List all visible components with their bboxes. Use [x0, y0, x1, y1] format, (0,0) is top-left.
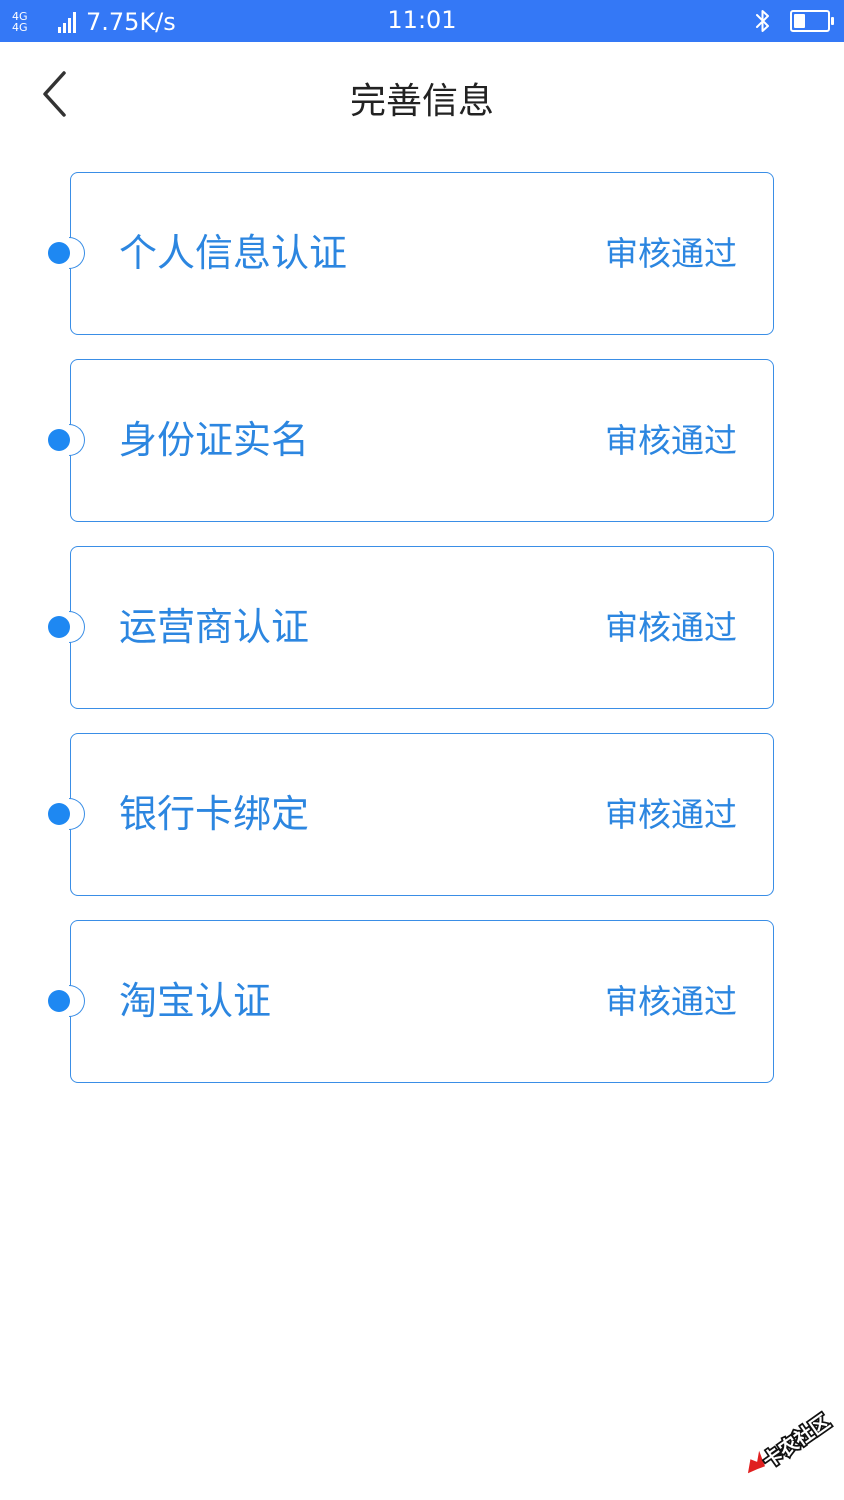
item-personal-info[interactable]: 个人信息认证 审核通过 — [48, 172, 774, 335]
timeline-dot-icon — [48, 429, 70, 451]
timeline-dot-icon — [48, 803, 70, 825]
status-right — [754, 9, 834, 33]
card-notch — [69, 237, 85, 269]
bluetooth-icon — [754, 9, 772, 33]
item-bank-card[interactable]: 银行卡绑定 审核通过 — [48, 733, 774, 896]
item-label: 银行卡绑定 — [119, 792, 310, 836]
card-notch — [69, 798, 85, 830]
status-bar: 4G 4G 7.75K/s 11:01 — [0, 0, 844, 42]
battery-icon — [790, 10, 834, 32]
nav-bar: 完善信息 — [0, 42, 844, 146]
item-status: 审核通过 — [605, 608, 737, 647]
status-time: 11:01 — [387, 6, 457, 34]
battery-level — [794, 14, 806, 28]
timeline-dot-icon — [48, 616, 70, 638]
item-label: 个人信息认证 — [119, 231, 348, 275]
item-status: 审核通过 — [605, 982, 737, 1021]
timeline-dot-icon — [48, 990, 70, 1012]
item-label: 淘宝认证 — [119, 979, 272, 1023]
item-status: 审核通过 — [605, 421, 737, 460]
item-carrier[interactable]: 运营商认证 审核通过 — [48, 546, 774, 709]
item-label: 身份证实名 — [119, 418, 310, 462]
watermark-text: 卡农社区 — [759, 1410, 834, 1472]
item-taobao[interactable]: 淘宝认证 审核通过 — [48, 920, 774, 1083]
item-label: 运营商认证 — [119, 605, 310, 649]
item-status: 审核通过 — [605, 795, 737, 834]
timeline-dot-icon — [48, 242, 70, 264]
card-notch — [69, 985, 85, 1017]
item-id-verification[interactable]: 身份证实名 审核通过 — [48, 359, 774, 522]
verification-list: 个人信息认证 审核通过 身份证实名 审核通过 运营商认证 审核通过 银行卡绑定 … — [0, 172, 844, 1107]
card-notch — [69, 424, 85, 456]
item-status: 审核通过 — [605, 234, 737, 273]
watermark-logo: 卡农社区 — [732, 1408, 836, 1482]
card-notch — [69, 611, 85, 643]
page-title: 完善信息 — [349, 81, 494, 122]
